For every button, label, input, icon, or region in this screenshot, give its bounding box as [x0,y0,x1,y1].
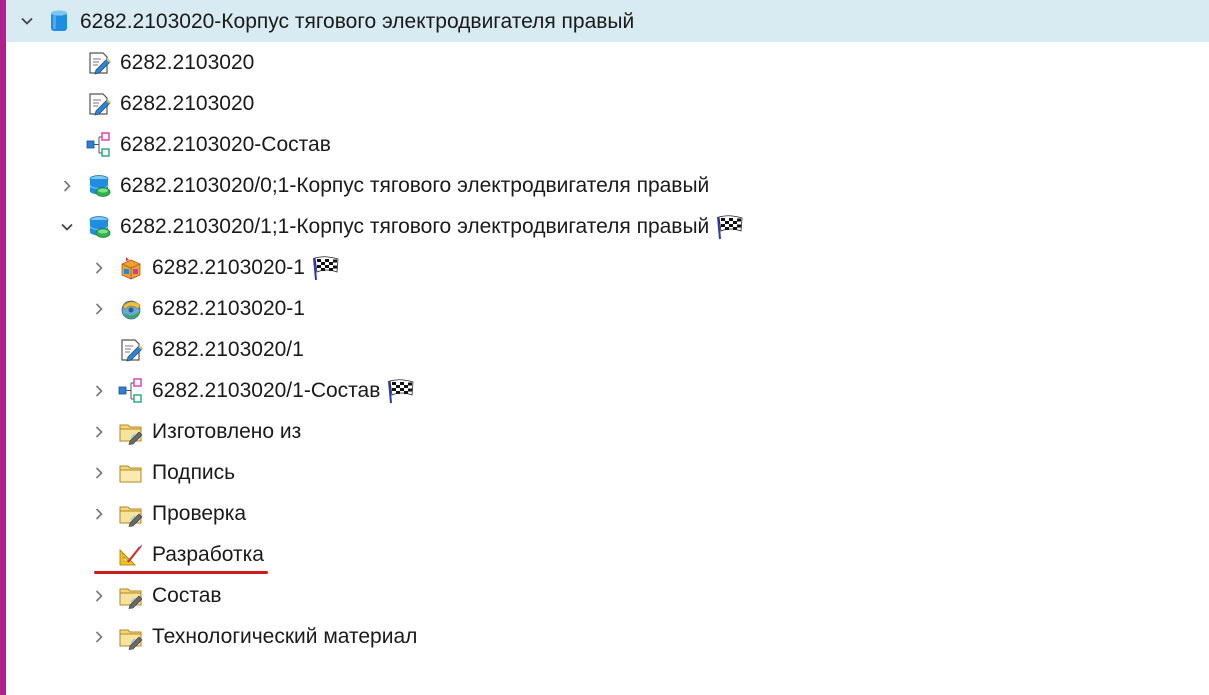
item-revision-cylinder-icon [46,8,72,34]
tree-row[interactable]: Подпись [6,452,1209,493]
chevron-right-icon[interactable] [88,626,110,648]
tree-row[interactable]: 6282.2103020/1 [6,329,1209,370]
tree-row[interactable]: 6282.2103020/0;1-Корпус тягового электро… [6,165,1209,206]
chevron-right-icon[interactable] [56,175,78,197]
tree-row-label: 6282.2103020-Корпус тягового электродвиг… [80,9,635,33]
tree-view-panel: 6282.2103020-Корпус тягового электродвиг… [0,0,1209,695]
cube-dataset-icon [118,255,144,281]
checkered-flag-icon [715,214,745,240]
tree-row[interactable]: Технологический материал [6,616,1209,657]
checkered-flag-icon [386,378,416,404]
tree-row[interactable]: 6282.2103020-1 [6,247,1209,288]
tree-row[interactable]: 6282.2103020 [6,42,1209,83]
folder-pencil-icon [118,501,144,527]
tree-row-selected[interactable]: 6282.2103020-Корпус тягового электродвиг… [6,0,1209,42]
tree-row[interactable]: Разработка [6,534,1209,575]
cad-model-icon [118,296,144,322]
object-tree: 6282.2103020-Корпус тягового электродвиг… [6,0,1209,657]
document-edit-icon [86,91,112,117]
red-underline-annotation [94,571,268,574]
tree-row-label: 6282.2103020/1-Состав [152,379,381,402]
database-revision-icon [86,214,112,240]
checkered-flag-icon [311,255,341,281]
tree-row[interactable]: Состав [6,575,1209,616]
structure-icon [86,131,112,158]
tree-row[interactable]: 6282.2103020/1;1-Корпус тягового электро… [6,206,1209,247]
chevron-right-icon[interactable] [88,585,110,607]
tree-row[interactable]: 6282.2103020-Состав [6,124,1209,165]
tree-row[interactable]: 6282.2103020 [6,83,1209,124]
chevron-right-icon[interactable] [88,503,110,525]
tree-row-label: Разработка [152,543,264,566]
tree-row[interactable]: 6282.2103020-1 [6,288,1209,329]
tree-row[interactable]: Проверка [6,493,1209,534]
tree-row-label: 6282.2103020/1;1-Корпус тягового электро… [120,215,710,238]
folder-pencil-icon [118,583,144,609]
tree-row-label: 6282.2103020/0;1-Корпус тягового электро… [120,174,710,197]
tree-row-label: Проверка [152,502,247,525]
document-edit-icon [86,50,112,76]
chevron-right-icon[interactable] [88,298,110,320]
tree-row[interactable]: 6282.2103020/1-Состав [6,370,1209,411]
tree-row-label: 6282.2103020-1 [152,297,305,320]
tree-row-label: 6282.2103020 [120,51,255,74]
tree-row-label: 6282.2103020-Состав [120,133,331,156]
tree-row-label: Подпись [152,461,236,484]
folder-pencil-icon [118,419,144,445]
chevron-right-icon[interactable] [88,257,110,279]
chevron-right-icon[interactable] [88,462,110,484]
tree-row-label: 6282.2103020 [120,92,255,115]
tree-row-label: Технологический материал [152,625,418,648]
tree-row-label: Состав [152,584,222,607]
structure-icon [118,377,144,404]
chevron-right-icon[interactable] [88,380,110,402]
folder-pencil-icon [118,624,144,650]
tree-row-label: 6282.2103020/1 [152,338,304,361]
tree-row-label: 6282.2103020-1 [152,256,305,279]
tree-row[interactable]: Изготовлено из [6,411,1209,452]
chevron-down-icon[interactable] [16,10,38,32]
folder-icon [118,460,144,486]
database-revision-icon [86,173,112,199]
chevron-down-icon[interactable] [56,216,78,238]
document-edit-icon [118,337,144,363]
tree-row-label: Изготовлено из [152,420,302,443]
chevron-right-icon[interactable] [88,421,110,443]
drafting-tools-icon [118,542,144,568]
